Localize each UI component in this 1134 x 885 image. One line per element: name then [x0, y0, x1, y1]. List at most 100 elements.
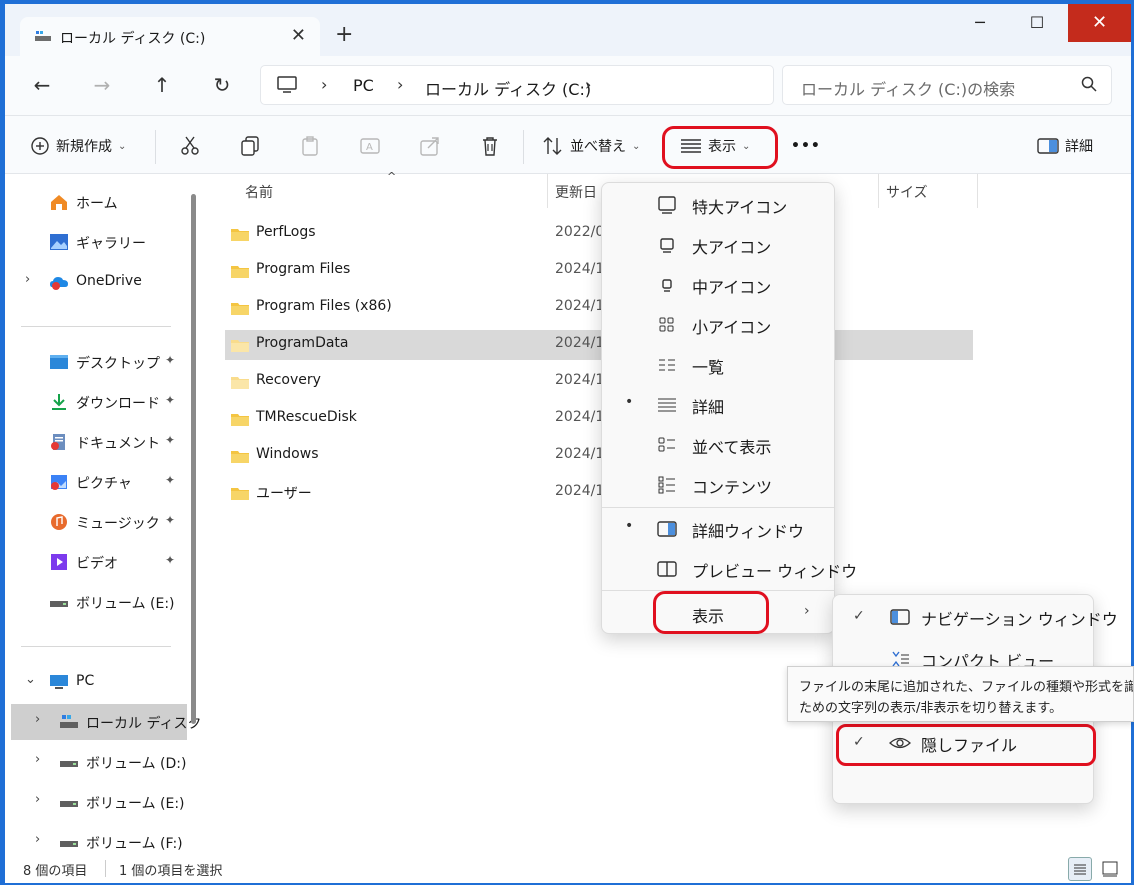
sidebar-item-pictures[interactable]: ピクチャ ✦: [5, 464, 191, 500]
sidebar-item-volume-e2[interactable]: › ボリューム (E:): [5, 784, 191, 820]
sidebar-item-onedrive[interactable]: › OneDrive: [5, 264, 191, 300]
sidebar-item-volume-e[interactable]: ボリューム (E:): [5, 584, 191, 620]
column-header-name[interactable]: 名前: [245, 182, 273, 202]
table-row[interactable]: Program Files (x86) 2024/1: [225, 293, 973, 323]
column-divider[interactable]: [547, 174, 548, 208]
column-divider[interactable]: [878, 174, 879, 208]
paste-icon[interactable]: [298, 134, 322, 158]
pin-icon[interactable]: ✦: [165, 353, 175, 367]
sidebar-scrollbar[interactable]: [191, 194, 196, 724]
computer-icon: [50, 675, 68, 689]
rename-icon[interactable]: A: [358, 134, 382, 158]
navigation-pane-icon: [890, 609, 910, 625]
chevron-right-icon[interactable]: ›: [35, 832, 40, 847]
back-button[interactable]: ←: [27, 73, 57, 97]
drive-icon: [60, 715, 78, 728]
sidebar-item-videos[interactable]: ビデオ ✦: [5, 544, 191, 580]
menu-item[interactable]: 並べて表示: [606, 426, 832, 464]
pin-icon[interactable]: ✦: [165, 473, 175, 487]
svg-text:A: A: [366, 142, 373, 153]
table-row[interactable]: TMRescueDisk 2024/1: [225, 404, 973, 434]
sidebar-label: ミュージック: [76, 516, 160, 532]
tab-local-disk[interactable]: ローカル ディスク (C:) ✕: [20, 17, 320, 57]
table-row[interactable]: Recovery 2024/1: [225, 367, 973, 397]
folder-icon: [231, 340, 249, 352]
cut-icon[interactable]: [178, 134, 202, 158]
details-view-button[interactable]: [1068, 857, 1092, 881]
sidebar-item-downloads[interactable]: ダウンロード ✦: [5, 384, 191, 420]
maximize-button[interactable]: ☐: [1008, 4, 1066, 42]
chevron-right-icon[interactable]: ›: [35, 752, 40, 767]
more-options-button[interactable]: •••: [791, 134, 821, 158]
file-date: 2024/1: [555, 483, 605, 499]
tiles-icon: [658, 437, 675, 452]
sidebar-label: ホーム: [76, 196, 118, 212]
onedrive-icon: [50, 277, 68, 290]
sidebar-item-pc[interactable]: ⌄ PC: [5, 664, 191, 700]
new-button[interactable]: 新規作成 ⌄: [30, 134, 126, 158]
menu-item[interactable]: • 詳細: [606, 386, 832, 424]
menu-item[interactable]: 特大アイコン: [606, 186, 832, 224]
sidebar-item-volume-d[interactable]: › ボリューム (D:): [5, 744, 191, 780]
up-button[interactable]: ↑: [147, 73, 177, 97]
breadcrumb-local-disk[interactable]: ローカル ディスク (C:): [425, 76, 591, 100]
tooltip-line-2: ための文字列の表示/非表示を切り替えます。: [799, 701, 1063, 716]
pin-icon[interactable]: ✦: [165, 393, 175, 407]
menu-item[interactable]: 一覧: [606, 346, 832, 384]
pin-icon[interactable]: ✦: [165, 553, 175, 567]
close-tab-icon[interactable]: ✕: [291, 25, 306, 46]
column-divider[interactable]: [977, 174, 978, 208]
sort-ascending-icon: ^: [387, 170, 397, 183]
table-row[interactable]: Windows 2024/1: [225, 441, 973, 471]
menu-item[interactable]: • 詳細ウィンドウ: [606, 510, 832, 548]
column-header-size[interactable]: サイズ: [886, 182, 928, 202]
forward-button[interactable]: →: [87, 73, 117, 97]
sidebar-item-documents[interactable]: ドキュメント ✦: [5, 424, 191, 460]
close-button[interactable]: ✕: [1068, 4, 1131, 42]
table-row[interactable]: ユーザー 2024/1: [225, 478, 973, 508]
table-row[interactable]: ProgramData 2024/1: [225, 330, 973, 360]
sort-button[interactable]: 並べ替え ⌄: [542, 134, 640, 158]
sidebar-item-desktop[interactable]: デスクトップ ✦: [5, 344, 191, 380]
chevron-right-icon[interactable]: ›: [35, 792, 40, 807]
sidebar-item-music[interactable]: ミュージック ✦: [5, 504, 191, 540]
plus-icon[interactable]: +: [335, 22, 353, 47]
chevron-down-icon: ⌄: [118, 140, 127, 152]
tab-title: ローカル ディスク (C:): [60, 31, 206, 47]
breadcrumb-separator: ›: [397, 75, 404, 94]
share-icon[interactable]: [418, 134, 442, 158]
address-field[interactable]: › PC › ローカル ディスク (C:) ›: [260, 65, 774, 105]
menu-item[interactable]: プレビュー ウィンドウ: [606, 550, 857, 588]
details-pane-icon: [1037, 138, 1059, 154]
sidebar-item-local-disk[interactable]: › ローカル ディスク: [11, 704, 201, 740]
delete-icon[interactable]: [478, 134, 502, 158]
menu-item[interactable]: コンテンツ: [606, 466, 832, 504]
sidebar-item-home[interactable]: ホーム: [5, 184, 191, 220]
extra-large-icons-icon: [658, 196, 676, 214]
chevron-down-icon[interactable]: ⌄: [25, 672, 36, 687]
breadcrumb-pc[interactable]: PC: [353, 76, 374, 95]
folder-icon: [231, 414, 249, 426]
drive-icon: [50, 601, 68, 607]
column-header-modified[interactable]: 更新日: [555, 182, 597, 202]
pin-icon[interactable]: ✦: [165, 513, 175, 527]
details-pane-button[interactable]: 詳細: [1037, 134, 1093, 158]
tooltip-line-1: ファイルの末尾に追加された、ファイルの種類や形式を識別: [799, 680, 1134, 695]
table-row[interactable]: PerfLogs 2022/0: [225, 219, 973, 249]
details-pane-icon: [657, 521, 677, 537]
table-row[interactable]: Program Files 2024/1: [225, 256, 973, 286]
menu-item[interactable]: 小アイコン: [606, 306, 832, 344]
minimize-button[interactable]: ─: [951, 4, 1009, 42]
search-input[interactable]: ローカル ディスク (C:)の検索: [782, 65, 1112, 105]
menu-item[interactable]: 中アイコン: [606, 266, 832, 304]
menu-item[interactable]: 大アイコン: [606, 226, 832, 264]
large-icons-view-button[interactable]: [1098, 857, 1122, 881]
submenu-item[interactable]: ✓ ナビゲーション ウィンドウ: [837, 598, 1118, 636]
pin-icon[interactable]: ✦: [165, 433, 175, 447]
chevron-right-icon[interactable]: ›: [25, 272, 30, 287]
sidebar-item-gallery[interactable]: ギャラリー: [5, 224, 191, 260]
breadcrumb-separator[interactable]: ›: [585, 75, 591, 94]
copy-icon[interactable]: [238, 134, 262, 158]
chevron-right-icon[interactable]: ›: [35, 712, 40, 727]
refresh-button[interactable]: ↻: [207, 73, 237, 97]
